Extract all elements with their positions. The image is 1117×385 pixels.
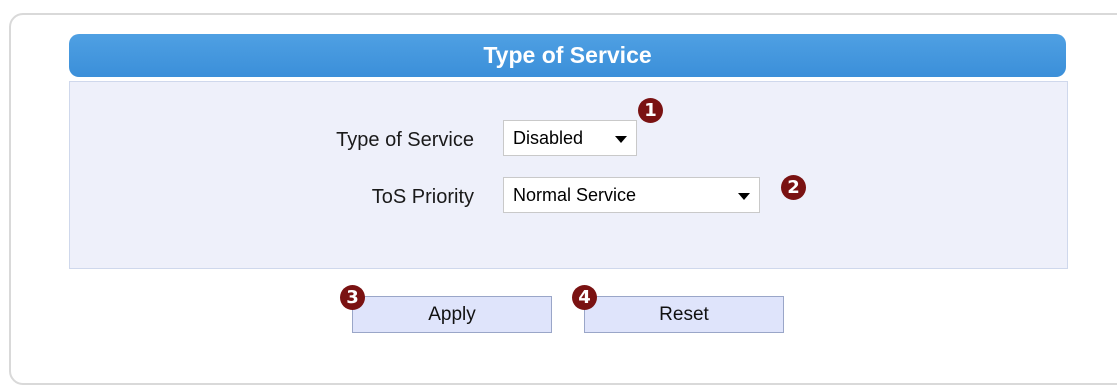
callout-2-badge: 2 — [781, 175, 806, 200]
reset-button[interactable]: Reset — [584, 296, 784, 333]
panel-title: Type of Service — [483, 42, 652, 68]
tos-priority-label: ToS Priority — [371, 186, 474, 208]
type-of-service-label: Type of Service — [336, 129, 474, 151]
apply-button[interactable]: Apply — [352, 296, 552, 333]
type-of-service-value: Disabled — [513, 128, 584, 148]
callout-3-badge: 3 — [340, 285, 365, 310]
type-of-service-select[interactable]: Disabled — [503, 120, 637, 156]
form-panel — [69, 81, 1068, 269]
chevron-down-icon — [615, 136, 627, 143]
chevron-down-icon — [738, 193, 750, 200]
tos-priority-value: Normal Service — [513, 185, 637, 205]
callout-1-badge: 1 — [638, 98, 663, 123]
panel-header: Type of Service — [69, 34, 1066, 77]
tos-priority-select[interactable]: Normal Service — [503, 177, 760, 213]
callout-4-badge: 4 — [572, 285, 597, 310]
